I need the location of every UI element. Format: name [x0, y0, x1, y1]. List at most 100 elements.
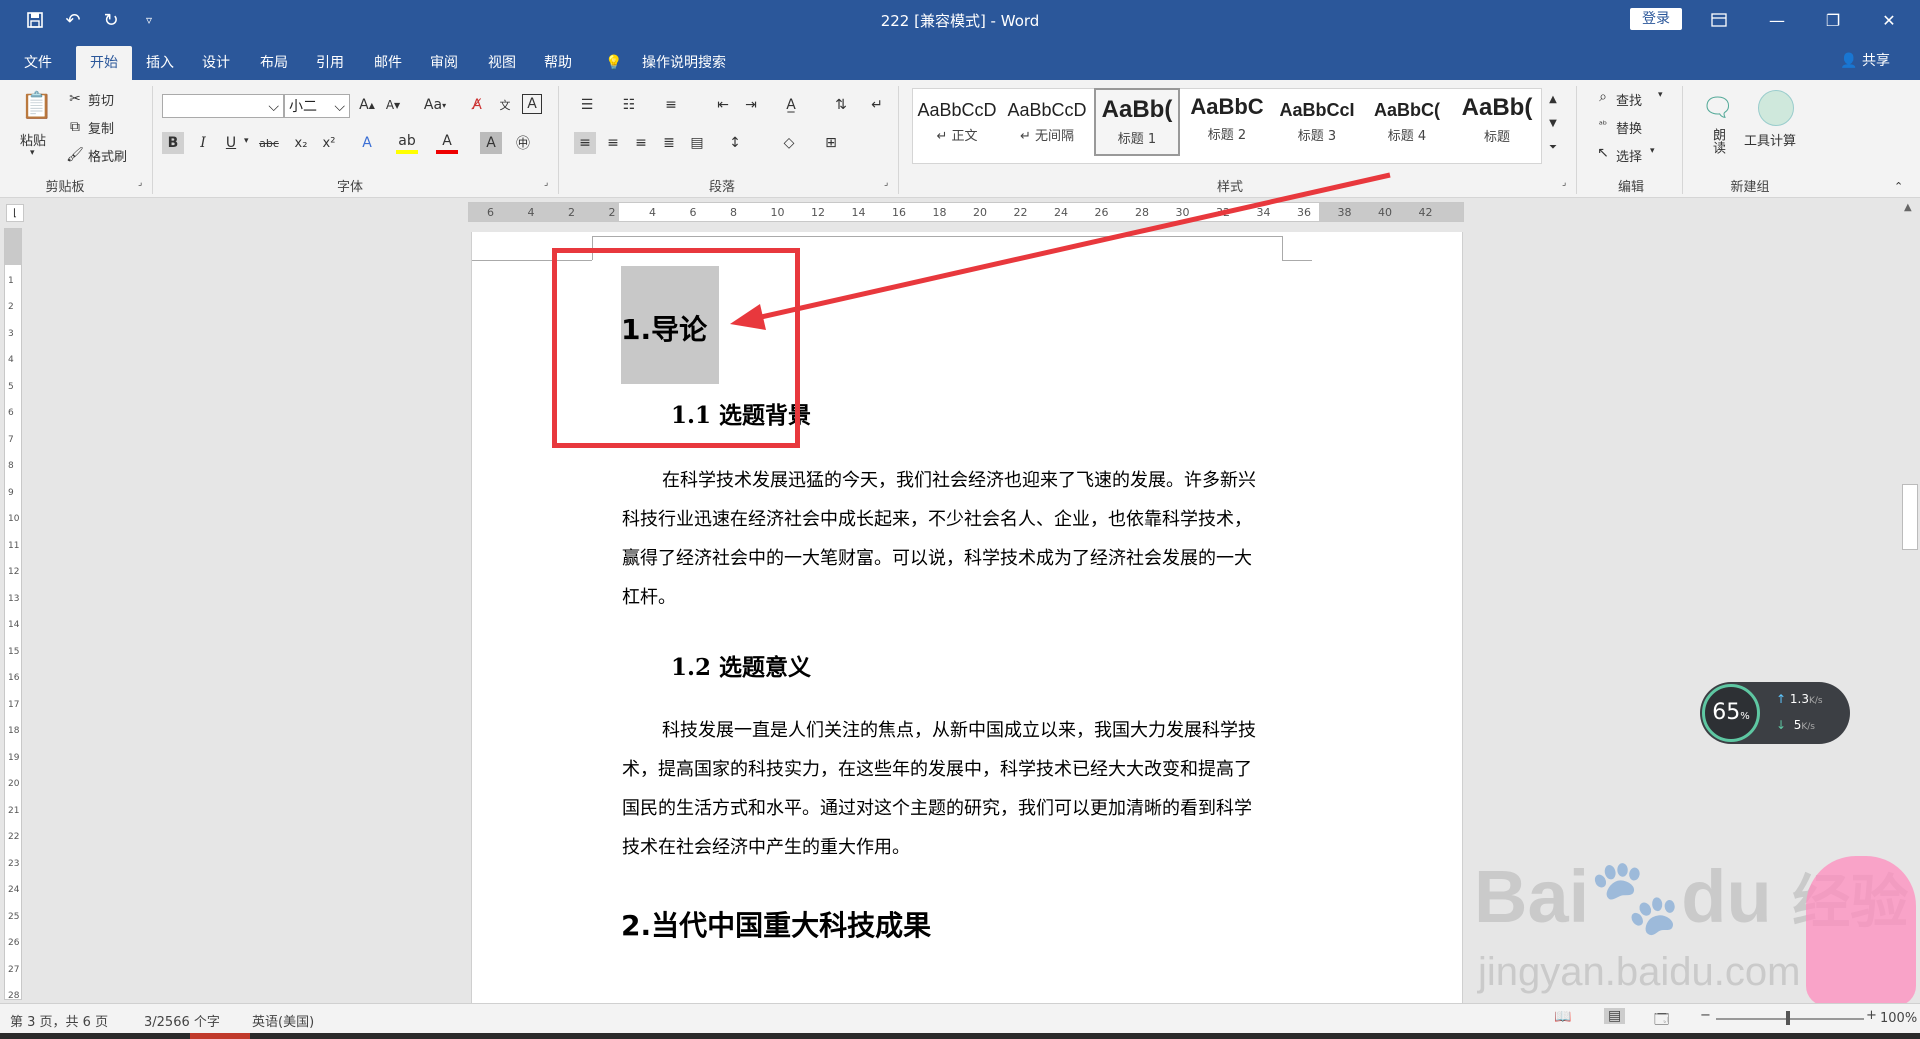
paragraph-line[interactable]: 科技行业迅速在经济社会中成长起来，不少社会名人、企业，也依靠科学技术， [622, 505, 1252, 531]
share-button[interactable]: 👤 共享 [1840, 50, 1890, 70]
underline-icon[interactable]: U [220, 132, 242, 154]
paste-icon[interactable]: 📋 [20, 88, 54, 124]
copy-button[interactable]: 复制 [88, 118, 114, 137]
numbering-icon[interactable]: ☷ [618, 94, 640, 116]
font-color-icon[interactable]: A [436, 132, 458, 154]
word-count[interactable]: 3/2566 个字 [144, 1011, 220, 1030]
align-left-icon[interactable]: ≡ [574, 132, 596, 154]
tab-home[interactable]: 开始 [76, 46, 132, 80]
distributed-icon[interactable]: ▤ [686, 132, 708, 154]
tab-review[interactable]: 审阅 [422, 46, 466, 80]
gallery-more-icon[interactable]: ⏷ [1542, 136, 1564, 158]
shrink-font-icon[interactable]: A ▼ [382, 94, 404, 116]
select-button[interactable]: 选择 [1616, 146, 1642, 165]
paragraph-line[interactable]: 国民的生活方式和水平。通过对这个主题的研究，我们可以更加清晰的看到科学 [622, 794, 1252, 820]
replace-button[interactable]: 替换 [1616, 118, 1642, 137]
zoom-level[interactable]: 100% [1880, 1011, 1917, 1026]
network-speed-widget[interactable]: 65% ↑ 1.3K/s ↓ 5K/s [1700, 682, 1850, 744]
cut-button[interactable]: 剪切 [88, 90, 114, 109]
grow-font-icon[interactable]: A ▲ [356, 94, 378, 116]
zoom-slider-thumb[interactable] [1786, 1011, 1790, 1025]
enclose-characters-icon[interactable]: ㊥ [512, 132, 534, 154]
shading-icon[interactable]: ◇ [778, 132, 800, 154]
bold-icon[interactable]: B [162, 132, 184, 154]
style-title[interactable]: AaBb(标题 [1454, 88, 1540, 156]
paragraph-line[interactable]: 技术在社会经济中产生的重大作用。 [622, 833, 910, 859]
style-heading-3[interactable]: AaBbCcI 标题 3 [1274, 88, 1360, 156]
gallery-down-icon[interactable]: ▼ [1542, 112, 1564, 134]
zoom-slider[interactable] [1716, 1018, 1864, 1020]
zoom-in-icon[interactable]: + [1866, 1008, 1877, 1023]
login-button[interactable]: 登录 [1630, 8, 1682, 30]
bullets-icon[interactable]: ☰ [576, 94, 598, 116]
ribbon-display-options-icon[interactable] [1696, 0, 1742, 40]
paste-button[interactable]: 粘贴 [20, 130, 46, 149]
page-count[interactable]: 第 3 页，共 6 页 [10, 1011, 108, 1030]
dialog-launcher-icon[interactable]: ⌟ [138, 178, 142, 188]
tab-mailings[interactable]: 邮件 [366, 46, 410, 80]
italic-icon[interactable]: I [192, 132, 214, 154]
sort-icon[interactable]: ⇅ [830, 94, 852, 116]
font-size-combo[interactable]: 小二 ⌵ [284, 94, 350, 118]
style-heading-4[interactable]: AaBbC(标题 4 [1364, 88, 1450, 156]
zoom-out-icon[interactable]: − [1700, 1008, 1711, 1023]
chevron-down-icon[interactable]: ⌵ [334, 95, 345, 119]
read-aloud-button[interactable]: 朗读 [1710, 128, 1725, 154]
style-normal[interactable]: AaBbCcD ↵ 正文 [914, 88, 1000, 156]
heading-2[interactable]: 1.2 选题意义 [671, 648, 811, 682]
read-mode-icon[interactable]: 📖 [1554, 1009, 1571, 1025]
character-border-icon[interactable]: A [522, 94, 542, 114]
phonetic-guide-icon[interactable]: 文 [494, 94, 516, 116]
style-heading-2[interactable]: AaBbC 标题 2 [1184, 88, 1270, 156]
gallery-up-icon[interactable]: ▲ [1542, 88, 1564, 110]
tab-insert[interactable]: 插入 [138, 46, 182, 80]
align-right-icon[interactable]: ≡ [630, 132, 652, 154]
tell-me-search[interactable]: 操作说明搜索 [636, 46, 732, 80]
style-no-spacing[interactable]: AaBbCcD ↵ 无间隔 [1004, 88, 1090, 156]
justify-icon[interactable]: ≣ [658, 132, 680, 154]
find-dropdown-icon[interactable]: ▾ [1658, 90, 1663, 100]
find-button[interactable]: 查找 [1616, 90, 1642, 109]
chevron-down-icon[interactable]: ⌵ [268, 95, 279, 119]
tab-layout[interactable]: 布局 [252, 46, 296, 80]
scroll-up-icon[interactable]: ▲ [1904, 202, 1912, 213]
tab-file[interactable]: 文件 [16, 46, 60, 80]
minimize-icon[interactable]: — [1754, 0, 1800, 40]
highlight-color-icon[interactable]: ab [396, 132, 418, 154]
paragraph-line[interactable]: 杠杆。 [622, 583, 676, 609]
tab-help[interactable]: 帮助 [536, 46, 580, 80]
character-shading-icon[interactable]: A [480, 132, 502, 154]
subscript-icon[interactable]: x₂ [290, 132, 312, 154]
language[interactable]: 英语(美国) [252, 1011, 314, 1030]
scrollbar-thumb[interactable] [1902, 484, 1918, 550]
restore-icon[interactable]: ❐ [1810, 0, 1856, 40]
line-spacing-icon[interactable]: ↕ [724, 132, 746, 154]
clear-formatting-icon[interactable]: A̸ [466, 94, 488, 116]
paragraph-line[interactable]: 术，提高国家的科技实力，在这些年的发展中，科学技术已经大大改变和提高了 [622, 755, 1252, 781]
decrease-indent-icon[interactable]: ⇤ [712, 94, 734, 116]
change-case-button[interactable]: Aa ▾ [418, 94, 452, 116]
style-heading-1[interactable]: AaBb(标题 1 [1094, 88, 1180, 156]
superscript-icon[interactable]: x² [318, 132, 340, 154]
paragraph-line[interactable]: 赢得了经济社会中的一大笔财富。可以说，科学技术成为了经济社会发展的一大 [622, 544, 1252, 570]
vertical-ruler[interactable]: 1 2 3 4 5 6 7 8 9 10 11 12 13 14 15 16 17 18 19 20 21 22 23 24 2… [4, 228, 22, 1001]
tab-references[interactable]: 引用 [308, 46, 352, 80]
tool-calc-button[interactable]: 工具计算 [1744, 130, 1796, 149]
multilevel-list-icon[interactable]: ≡ [660, 94, 682, 116]
tab-selector-icon[interactable]: ⌊ [6, 204, 24, 222]
text-effects-icon[interactable]: A [356, 132, 378, 154]
strikethrough-icon[interactable]: abc [258, 132, 280, 154]
dialog-launcher-icon[interactable]: ⌟ [1562, 178, 1566, 188]
increase-indent-icon[interactable]: ⇥ [740, 94, 762, 116]
chinese-layout-icon[interactable]: A̲ [780, 94, 802, 116]
align-center-icon[interactable]: ≡ [602, 132, 624, 154]
print-layout-icon[interactable]: ▤ [1604, 1008, 1626, 1024]
collapse-ribbon-icon[interactable]: ⌃ [1894, 180, 1903, 193]
font-name-combo[interactable]: ⌵ [162, 94, 284, 118]
web-layout-icon[interactable]: 🗔 [1654, 1009, 1669, 1033]
borders-icon[interactable]: ⊞ [820, 132, 842, 154]
tab-design[interactable]: 设计 [194, 46, 238, 80]
heading-1[interactable]: 2.当代中国重大科技成果 [621, 904, 931, 944]
paragraph-line[interactable]: 科技发展一直是人们关注的焦点，从新中国成立以来，我国大力发展科学技 [662, 716, 1256, 742]
paste-dropdown-icon[interactable]: ▾ [30, 148, 35, 158]
